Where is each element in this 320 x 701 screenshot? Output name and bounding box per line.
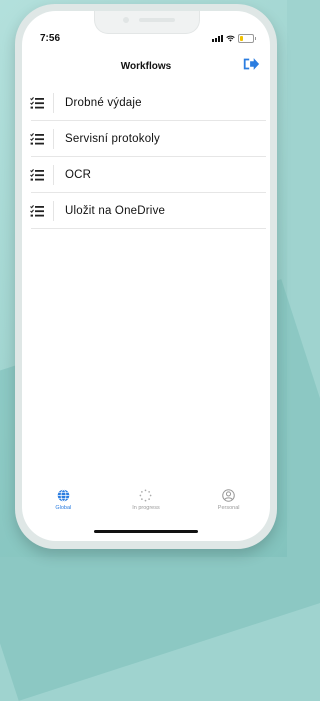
workflow-item[interactable]: Uložit na OneDrive [22,193,270,229]
tab-bar: Global In progress Personal [22,489,270,521]
checklist-icon [30,169,44,181]
user-icon [222,489,235,502]
checklist-icon [30,205,44,217]
phone-screen: 7:56 Workflows Drobné výdaje Servisní pr… [22,11,270,541]
workflow-item[interactable]: Servisní protokoly [22,121,270,157]
home-indicator[interactable] [94,530,198,533]
status-icons [212,34,256,43]
tab-personal[interactable]: Personal [194,489,264,521]
workflow-label: Drobné výdaje [65,97,142,109]
workflow-label: OCR [65,169,92,181]
speaker-bar [139,18,175,22]
workflow-item[interactable]: OCR [22,157,270,193]
tab-personal-label: Personal [217,505,240,511]
notch [94,11,200,34]
checklist-icon [30,133,44,145]
workflow-label: Uložit na OneDrive [65,205,166,217]
wifi-icon [226,35,235,42]
camera-dot [123,17,129,23]
workflow-item[interactable]: Drobné výdaje [22,85,270,121]
tab-global[interactable]: Global [28,489,98,521]
spinner-icon [140,489,152,502]
signal-icon [212,35,223,42]
globe-icon [57,489,70,502]
checklist-icon [30,97,44,109]
tab-in-progress-label: In progress [132,505,160,511]
workflow-label: Servisní protokoly [65,133,160,145]
logout-icon[interactable] [242,56,260,72]
tab-in-progress[interactable]: In progress [111,489,181,521]
page-title: Workflows [120,61,172,72]
workflow-list: Drobné výdaje Servisní protokoly OCR Ulo… [22,85,270,229]
phone-frame: 7:56 Workflows Drobné výdaje Servisní pr… [15,4,277,549]
battery-icon [238,34,256,43]
tab-global-label: Global [55,505,72,511]
status-time: 7:56 [40,33,61,44]
